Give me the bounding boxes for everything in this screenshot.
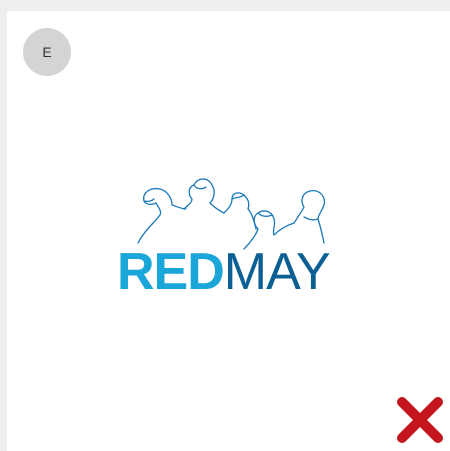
option-letter: E [42,44,52,60]
logo-wordmark: REDMAY [117,241,353,303]
answer-option-card[interactable]: E REDMAY [7,11,450,451]
redmay-logo: REDMAY [117,173,353,305]
cross-icon [397,397,443,443]
option-letter-badge[interactable]: E [23,28,71,76]
logo-text-may: MAY [223,243,331,301]
people-silhouettes-icon [137,178,326,250]
logo-text-red: RED [117,243,225,301]
